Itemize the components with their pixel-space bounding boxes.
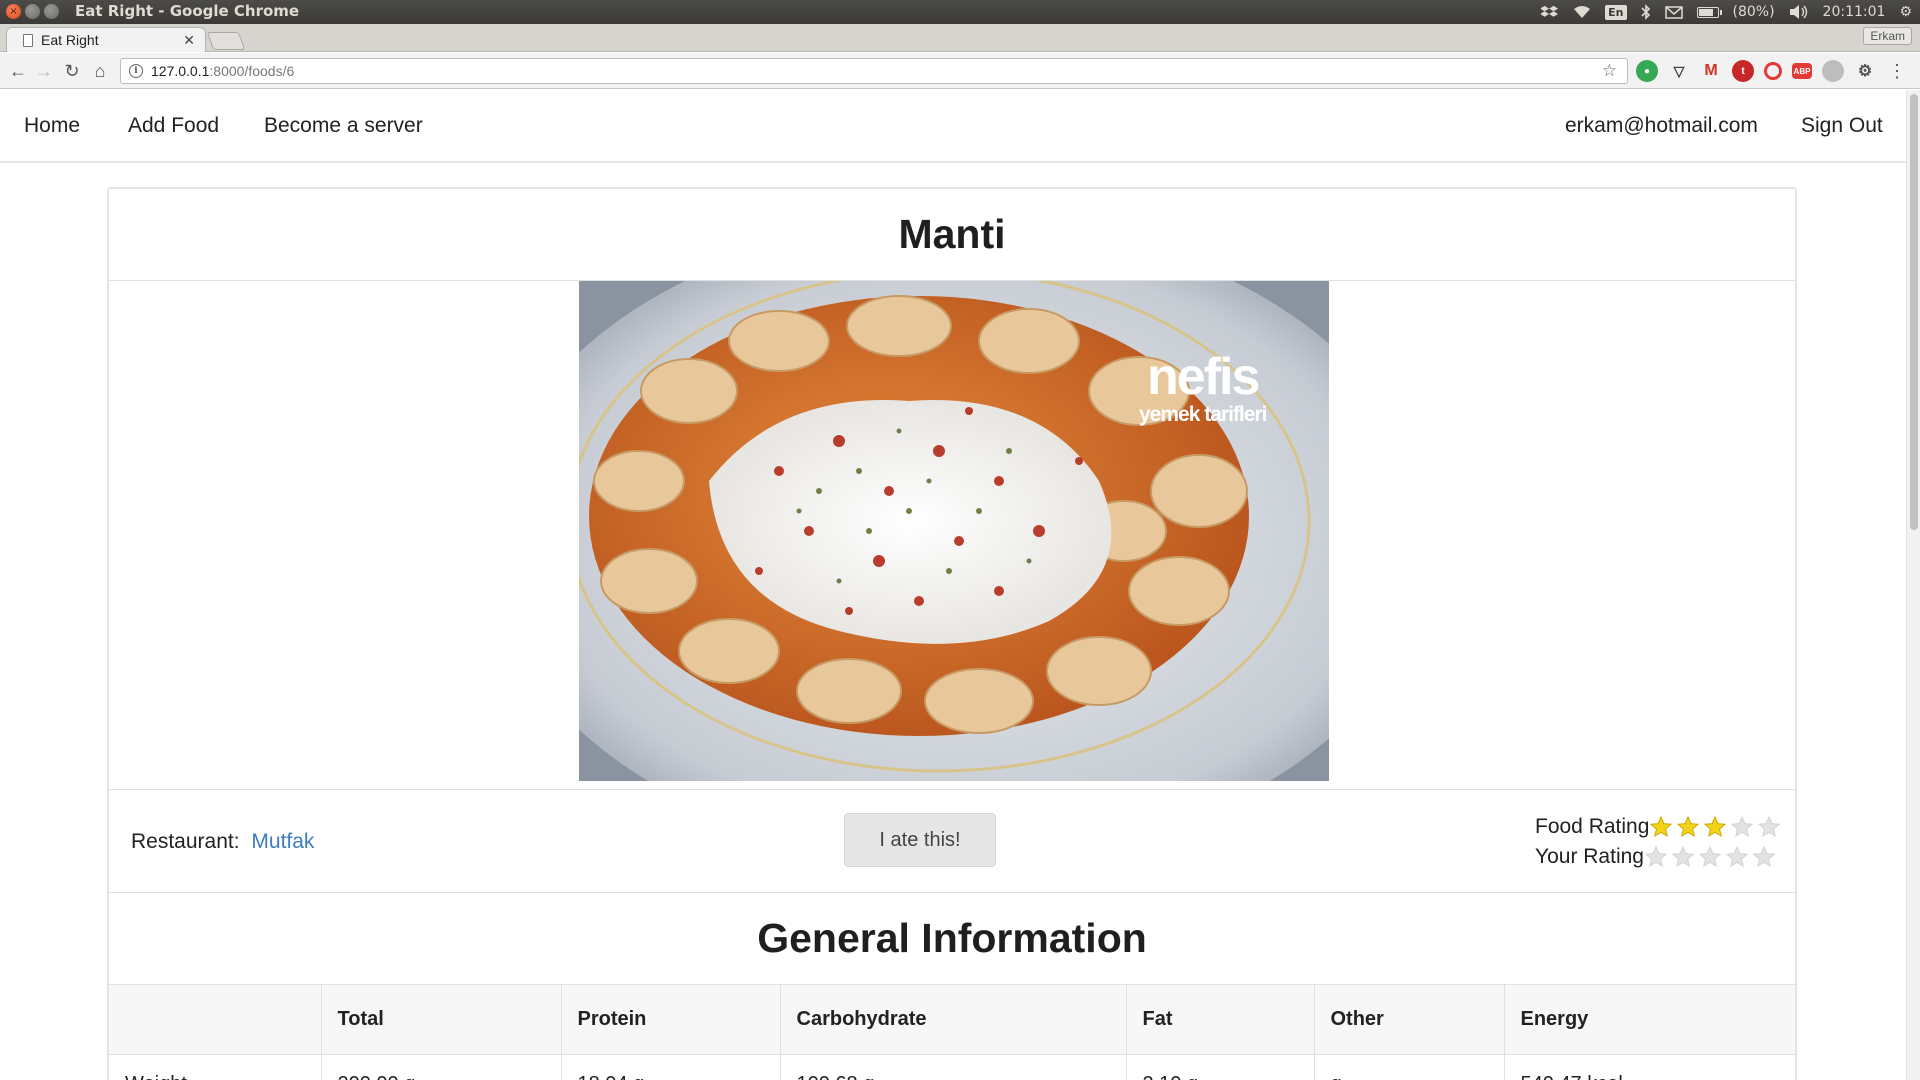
system-clock[interactable]: 20:11:01 (1823, 4, 1886, 20)
green-extension-icon[interactable]: ● (1636, 60, 1658, 82)
dropbox-icon[interactable] (1541, 4, 1559, 20)
star-icon (1758, 815, 1781, 838)
table-row: Weight 200.00 g 18.04 g 100.68 g 2.10 g … (109, 1054, 1795, 1080)
table-cell: g (1314, 1054, 1505, 1080)
system-tray: En (80%) 20:11:01 ⚙ (1541, 0, 1912, 24)
address-bar[interactable]: i 127.0.0.1 :8000/foods/6 ☆ (120, 58, 1628, 84)
site-navbar: Home Add Food Become a server erkam@hotm… (0, 90, 1906, 163)
table-header-cell: Carbohydrate (780, 985, 1127, 1055)
mail-icon[interactable] (1664, 5, 1683, 19)
window-minimize-button[interactable] (25, 4, 40, 19)
settings-gear-icon[interactable]: ⚙ (1899, 4, 1912, 20)
browser-menu-icon[interactable]: ⋮ (1888, 61, 1906, 82)
table-header-cell: Energy (1504, 985, 1795, 1055)
table-cell: 18.04 g (561, 1054, 781, 1080)
restaurant-label: Restaurant: (131, 830, 240, 853)
grey-globe-icon[interactable] (1822, 60, 1844, 82)
back-arrow-icon[interactable]: ← (8, 61, 28, 81)
keyboard-language-indicator[interactable]: En (1605, 4, 1627, 20)
table-cell: 540.47 kcal (1504, 1054, 1795, 1080)
food-rating-label: Food Rating (1535, 815, 1650, 838)
star-icon[interactable] (1698, 845, 1722, 869)
star-icon[interactable] (1725, 845, 1749, 869)
page-scrollbar[interactable] (1906, 90, 1920, 1080)
food-photo: nefis yemek tarifleri (579, 281, 1329, 781)
table-cell: 100.68 g (780, 1054, 1127, 1080)
star-icon[interactable] (1671, 845, 1695, 869)
table-cell: 2.10 g (1126, 1054, 1315, 1080)
tab-title: Eat Right (41, 32, 99, 48)
food-rating-stars (1649, 815, 1781, 839)
window-controls: × (6, 4, 59, 19)
nav-sign-out-link[interactable]: Sign Out (1801, 114, 1883, 138)
food-photo-section: nefis yemek tarifleri (109, 281, 1795, 790)
profile-button[interactable]: Erkam (1863, 27, 1912, 45)
food-rating-row: Food Rating (1535, 812, 1781, 842)
table-header-cell (109, 985, 322, 1055)
restaurant-info: Restaurant: Mutfak (131, 830, 314, 854)
star-icon (1677, 815, 1700, 838)
url-host: 127.0.0.1 (151, 63, 210, 79)
table-cell: 200.00 g (321, 1054, 562, 1080)
star-icon (1650, 815, 1673, 838)
star-icon (1704, 815, 1727, 838)
url-path: :8000/foods/6 (209, 63, 295, 79)
bluetooth-icon[interactable] (1640, 4, 1651, 20)
nav-user-email-link[interactable]: erkam@hotmail.com (1565, 114, 1758, 138)
extensions-bar: ● ▽ M t ABP ⚙ (1636, 60, 1876, 82)
star-icon[interactable] (1644, 845, 1668, 869)
nav-become-server-link[interactable]: Become a server (264, 114, 423, 138)
table-header-row: Total Protein Carbohydrate Fat Other Ene… (109, 985, 1795, 1055)
table-cell: Weight (109, 1054, 322, 1080)
battery-percentage: (80%) (1732, 4, 1775, 20)
scrollbar-thumb[interactable] (1910, 94, 1918, 530)
page-viewport: Home Add Food Become a server erkam@hotm… (0, 90, 1906, 1080)
food-info-row: Restaurant: Mutfak I ate this! Food Rati… (109, 790, 1795, 893)
your-rating-row: Your Rating (1535, 842, 1776, 872)
new-tab-button[interactable] (206, 32, 246, 50)
volume-icon[interactable] (1789, 5, 1809, 19)
food-title: Manti (109, 189, 1795, 281)
nutrition-table: Total Protein Carbohydrate Fat Other Ene… (109, 985, 1795, 1080)
os-top-bar: × Eat Right - Google Chrome En (80%) 20:… (0, 0, 1920, 24)
table-header-cell: Total (321, 985, 562, 1055)
your-rating-stars[interactable] (1644, 845, 1776, 869)
tab-close-icon[interactable]: ✕ (183, 32, 195, 49)
ate-this-button[interactable]: I ate this! (844, 813, 996, 867)
page-document-icon (23, 33, 33, 47)
restaurant-link[interactable]: Mutfak (251, 830, 314, 853)
nav-home-link[interactable]: Home (24, 114, 80, 138)
reload-icon[interactable]: ↻ (62, 61, 82, 81)
food-detail-card: Manti nefis yemek tarifleri Restaurant: … (107, 187, 1797, 1080)
window-maximize-button[interactable] (44, 4, 59, 19)
star-icon (1731, 815, 1754, 838)
table-header-cell: Fat (1126, 985, 1315, 1055)
gear-extension-icon[interactable]: ⚙ (1854, 60, 1876, 82)
table-header-cell: Other (1314, 985, 1505, 1055)
browser-toolbar: ← → ↻ ⌂ i 127.0.0.1 :8000/foods/6 ☆ ● ▽ … (0, 53, 1920, 89)
table-header-cell: Protein (561, 985, 781, 1055)
window-title: Eat Right - Google Chrome (75, 2, 300, 20)
site-info-icon[interactable]: i (129, 64, 143, 78)
adblock-icon[interactable]: ABP (1792, 63, 1812, 79)
opera-icon[interactable] (1764, 62, 1782, 80)
ratings-panel: Food Rating Your Rating (1535, 812, 1781, 872)
watermark-logo: nefis yemek tarifleri (1139, 348, 1267, 426)
pocket-icon[interactable]: ▽ (1668, 60, 1690, 82)
nav-add-food-link[interactable]: Add Food (128, 114, 219, 138)
browser-tab[interactable]: Eat Right ✕ (6, 27, 206, 52)
wifi-icon[interactable] (1573, 5, 1591, 19)
bookmark-star-icon[interactable]: ☆ (1602, 61, 1617, 81)
gmail-icon[interactable]: M (1700, 60, 1722, 82)
star-icon[interactable] (1752, 845, 1776, 869)
general-info-heading: General Information (109, 893, 1795, 985)
red-extension-icon[interactable]: t (1732, 60, 1754, 82)
battery-icon[interactable] (1696, 6, 1722, 18)
browser-tab-strip: Eat Right ✕ Erkam (0, 24, 1920, 52)
home-icon[interactable]: ⌂ (90, 61, 110, 81)
window-close-button[interactable]: × (6, 4, 21, 19)
your-rating-label: Your Rating (1535, 845, 1644, 868)
forward-arrow-icon[interactable]: → (34, 61, 54, 81)
